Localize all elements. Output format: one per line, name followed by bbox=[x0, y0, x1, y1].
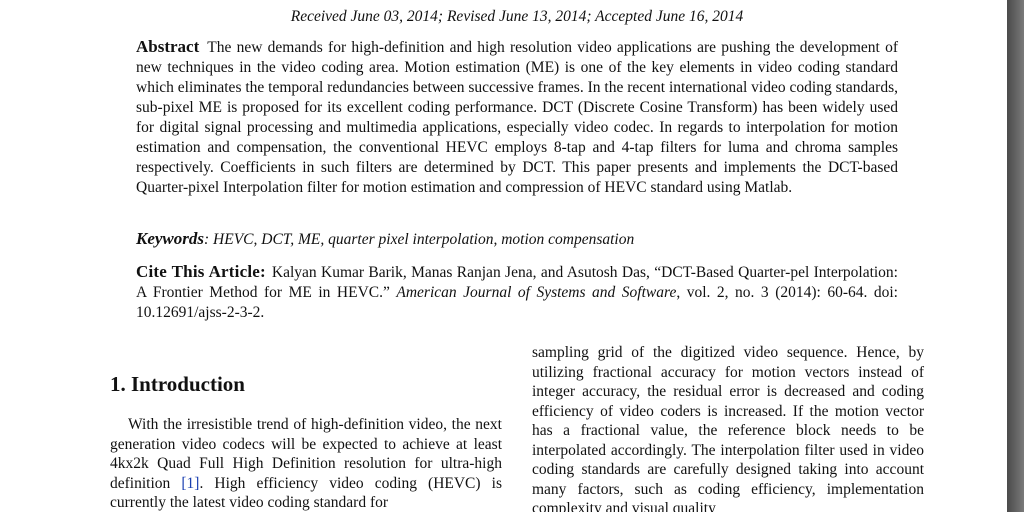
viewer-margin bbox=[1007, 0, 1024, 512]
abstract-label: Abstract bbox=[136, 37, 200, 56]
keywords-section: Keywords: HEVC, DCT, ME, quarter pixel i… bbox=[136, 229, 898, 249]
section-heading-introduction: 1. Introduction bbox=[110, 372, 245, 396]
cite-label: Cite This Article: bbox=[136, 262, 266, 281]
cite-journal: American Journal of Systems and Software bbox=[396, 284, 677, 301]
right-column-paragraph: sampling grid of the digitized video seq… bbox=[532, 344, 924, 512]
introduction-paragraph: With the irresistible trend of high-defi… bbox=[110, 415, 502, 512]
reference-link[interactable]: [1] bbox=[181, 475, 199, 492]
cite-section: Cite This Article: Kalyan Kumar Barik, Ma… bbox=[136, 262, 898, 323]
keywords-text: : HEVC, DCT, ME, quarter pixel interpola… bbox=[204, 231, 635, 248]
received-dates: Received June 03, 2014; Revised June 13,… bbox=[290, 8, 744, 25]
abstract-section: Abstract The new demands for high-definit… bbox=[136, 37, 898, 198]
document-page: Received June 03, 2014; Revised June 13,… bbox=[0, 0, 1007, 512]
abstract-text: The new demands for high-definition and … bbox=[136, 39, 898, 196]
keywords-label: Keywords bbox=[136, 229, 204, 248]
